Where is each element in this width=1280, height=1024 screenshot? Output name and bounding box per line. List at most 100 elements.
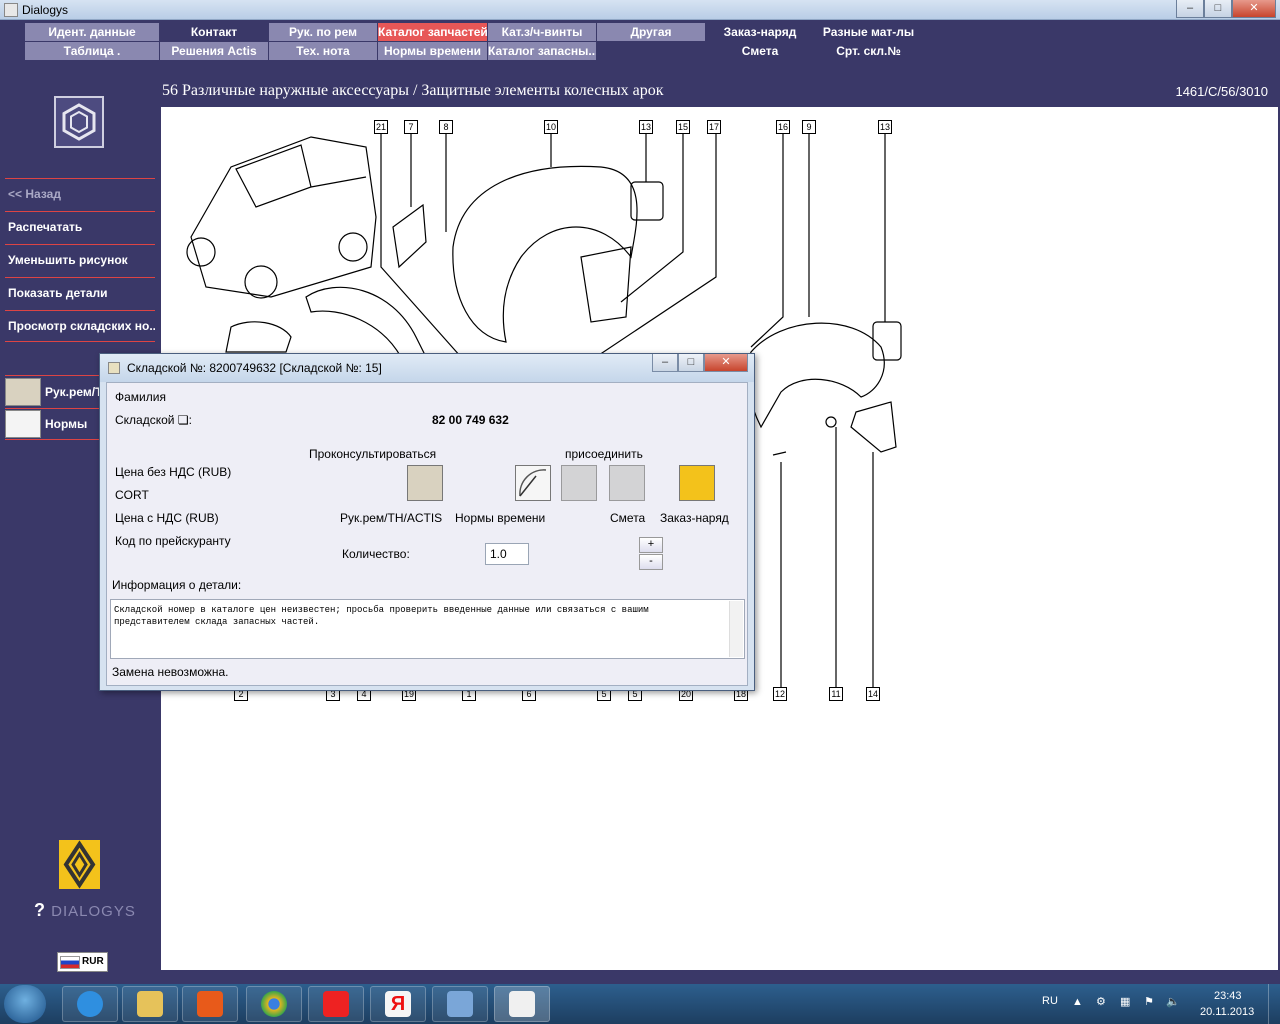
vent-grille-part-13b (872, 321, 902, 361)
view-stock-numbers-button[interactable]: Просмотр складских но... (5, 310, 155, 342)
quantity-label: Количество: (342, 547, 410, 561)
estimate-tool-label: Смета (610, 511, 646, 525)
quantity-input[interactable]: 1.0 (485, 543, 529, 565)
part-info-scrollbar[interactable] (729, 601, 743, 657)
menu-other[interactable]: Другая (597, 23, 705, 41)
language-indicator[interactable]: RU (1042, 995, 1058, 1007)
price-no-vat-label: Цена без НДС (RUB) (115, 465, 232, 479)
dialog-minimize-button[interactable]: – (652, 354, 678, 372)
taskbar-audio[interactable] (432, 986, 488, 1022)
menu-work-order[interactable]: Заказ-наряд (706, 23, 814, 41)
currency-selector[interactable]: RUR (57, 952, 108, 972)
clock-date[interactable]: 20.11.2013 (1200, 1006, 1254, 1018)
sidebar-tool-label: Нормы (45, 417, 88, 431)
menu-actis-solutions[interactable]: Решения Actis (160, 42, 268, 60)
taskbar-explorer[interactable] (122, 986, 178, 1022)
java-cup-icon (108, 362, 120, 374)
media-player-icon (197, 991, 223, 1017)
quantity-increment-button[interactable]: + (639, 537, 663, 553)
start-button[interactable] (4, 985, 46, 1023)
callout-11[interactable]: 11 (829, 687, 843, 701)
show-desktop-button[interactable] (1268, 984, 1280, 1024)
print-button[interactable]: Распечатать (5, 211, 155, 243)
taskbar-chrome[interactable] (246, 986, 302, 1022)
disabled-tool-icon (561, 465, 597, 501)
speaker-app-icon (447, 991, 473, 1017)
callout-13b[interactable]: 13 (878, 120, 892, 134)
part-info-textarea[interactable]: Складской номер в каталоге цен неизвесте… (110, 599, 745, 659)
quantity-decrement-button[interactable]: - (639, 554, 663, 570)
menu-contact[interactable]: Контакт (160, 23, 268, 41)
work-order-tool-label: Заказ-наряд (660, 511, 729, 525)
shrink-image-button[interactable]: Уменьшить рисунок (5, 244, 155, 276)
brand-text: DIALOGYS (51, 903, 136, 920)
dialog-titlebar[interactable]: Складской №: 8200749632 [Складской №: 15… (100, 354, 754, 382)
taskbar-yandex[interactable]: Я (370, 986, 426, 1022)
cort-label: CORT (115, 488, 149, 502)
work-order-tool-button[interactable] (679, 465, 715, 501)
dialog-maximize-button[interactable]: □ (678, 354, 704, 372)
tray-expand-icon[interactable]: ▲ (1072, 996, 1083, 1008)
java-icon (509, 991, 535, 1017)
callout-17[interactable]: 17 (707, 120, 721, 134)
show-details-button[interactable]: Показать детали (5, 277, 155, 309)
menu-table[interactable]: Таблица . (25, 42, 159, 60)
flag-tray-icon[interactable]: ⚑ (1144, 995, 1154, 1008)
callout-14[interactable]: 14 (866, 687, 880, 701)
taskbar-ie[interactable] (62, 986, 118, 1022)
screw-part-12 (772, 451, 787, 456)
menu-ident-data[interactable]: Идент. данные (25, 23, 159, 41)
callout-8[interactable]: 8 (439, 120, 453, 134)
taskbar-java-dialogys[interactable] (494, 986, 550, 1022)
menu-screws-catalog[interactable]: Кат.з/ч-винты (488, 23, 596, 41)
menu-spare-parts-catalog[interactable]: Каталог запасны... (488, 42, 596, 60)
callout-7[interactable]: 7 (404, 120, 418, 134)
callout-12[interactable]: 12 (773, 687, 787, 701)
maximize-button[interactable]: □ (1204, 0, 1232, 18)
callout-15[interactable]: 15 (676, 120, 690, 134)
menu-parts-catalog[interactable]: Каталог запчастей (378, 23, 487, 41)
menu-repair-manual[interactable]: Рук. по рем (269, 23, 377, 41)
sidebar-tool-label: Рук.рем/Т (45, 384, 103, 399)
taskbar-media[interactable] (182, 986, 238, 1022)
wheel-arch-part-10 (452, 165, 638, 343)
internet-explorer-icon (77, 991, 103, 1017)
page-title: 56 Различные наружные аксессуары / Защит… (162, 82, 664, 99)
minimize-button[interactable]: – (1176, 0, 1204, 18)
menu-stock-number[interactable]: Срт. скл.№ (815, 42, 922, 60)
taskbar-kaspersky[interactable] (308, 986, 364, 1022)
question-mark-icon: ? (34, 900, 46, 920)
menu-misc-materials[interactable]: Разные мат-лы (815, 23, 922, 41)
volume-tray-icon[interactable]: 🔈 (1166, 995, 1180, 1008)
callout-9[interactable]: 9 (802, 120, 816, 134)
network-tray-icon[interactable]: ▦ (1120, 995, 1130, 1008)
callout-21[interactable]: 21 (374, 120, 388, 134)
hexagon-logo-icon (54, 96, 104, 148)
menu-tech-note[interactable]: Тех. нота (269, 42, 377, 60)
dialog-close-button[interactable]: ✕ (704, 354, 748, 372)
time-norms-tool-button[interactable] (515, 465, 551, 501)
menu-estimate[interactable]: Смета (706, 42, 814, 60)
menu-time-norms[interactable]: Нормы времени (378, 42, 487, 60)
consult-label: Проконсультироваться (309, 447, 437, 461)
wrench-book-icon (5, 377, 41, 406)
clock-time[interactable]: 23:43 (1214, 990, 1242, 1002)
chrome-icon (261, 991, 287, 1017)
dialogys-brand: ? DIALOGYS (34, 900, 136, 921)
close-button[interactable]: ✕ (1232, 0, 1276, 18)
callout-13[interactable]: 13 (639, 120, 653, 134)
gauge-icon (5, 410, 41, 438)
part-info-label: Информация о детали: (112, 578, 242, 592)
back-link[interactable]: << Назад (5, 178, 155, 210)
repair-manual-tool-label: Рук.рем/TH/ACTIS (340, 511, 443, 525)
repair-manual-tool-button[interactable] (407, 465, 443, 501)
steam-tray-icon[interactable]: ⚙ (1096, 995, 1106, 1008)
part-number-value: 82 00 749 632 (432, 413, 509, 427)
gauge-icon (519, 469, 547, 497)
java-app-icon (4, 3, 18, 17)
callout-16[interactable]: 16 (776, 120, 790, 134)
callout-10[interactable]: 10 (544, 120, 558, 134)
window-title: Dialogys (22, 3, 69, 17)
estimate-tool-button[interactable] (609, 465, 645, 501)
reference-code: 1461/C/56/3010 (1175, 84, 1268, 99)
